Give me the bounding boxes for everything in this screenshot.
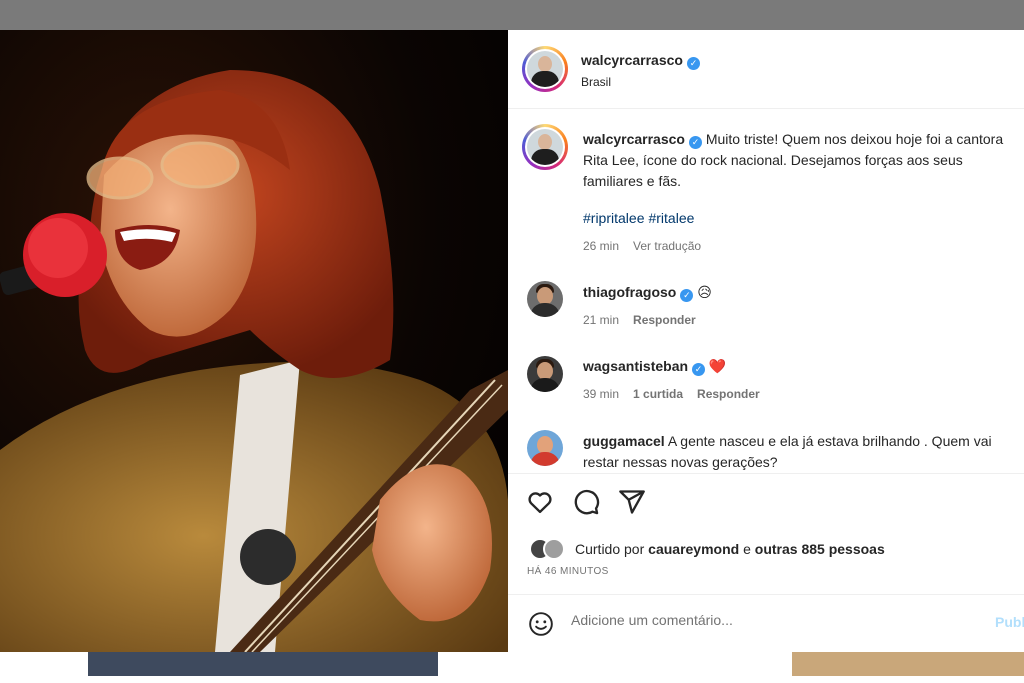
comment-meta: 39 min 1 curtida Responder [583, 387, 774, 401]
verified-badge-icon: ✓ [688, 136, 702, 149]
singer-photo-illustration [0, 70, 508, 652]
reply-button[interactable]: Responder [633, 313, 696, 327]
comment-username[interactable]: wagsantisteban [583, 358, 688, 374]
comment-likes[interactable]: 1 curtida [633, 387, 683, 401]
author-username[interactable]: walcyrcarrasco ✓ [581, 52, 700, 70]
comment-item: thiagofragoso ✓ 😥 [583, 282, 1019, 303]
verified-badge-icon: ✓ [692, 363, 706, 376]
post-photo [0, 30, 508, 652]
comment-username[interactable]: guggamacel [583, 433, 665, 449]
likes-summary: Curtido por cauareymond e outras 885 pes… [575, 541, 885, 557]
comment-username[interactable]: thiagofragoso [583, 284, 676, 300]
comment-bubble-icon[interactable] [572, 488, 600, 516]
likes-first-user[interactable]: cauareymond [648, 541, 739, 557]
comment-time[interactable]: 39 min [583, 387, 619, 401]
caption-hashtags: #ripritalee #ritalee [583, 210, 698, 226]
liker-avatar [543, 538, 565, 560]
post-details-panel [508, 30, 1024, 652]
browser-background-top [0, 0, 1024, 30]
comment-avatar[interactable] [527, 281, 563, 317]
comment-meta: 21 min Responder [583, 313, 710, 327]
likes-connector: e [743, 541, 751, 557]
caption-time[interactable]: 26 min [583, 239, 619, 253]
smiley-icon[interactable] [528, 611, 554, 637]
background-thumbnail [792, 652, 1024, 676]
reply-button[interactable]: Responder [697, 387, 760, 401]
caption-username[interactable]: walcyrcarrasco [583, 131, 685, 147]
post-caption: walcyrcarrasco ✓ Muito triste! Quem nos d… [583, 129, 1019, 192]
post-location[interactable]: Brasil [581, 75, 611, 89]
comments-divider [508, 473, 1024, 474]
comment-item: guggamacel A gente nasceu e ela já estav… [583, 431, 1019, 473]
liked-by-avatars[interactable] [529, 538, 569, 560]
header-divider [508, 108, 1024, 109]
comment-avatar[interactable] [527, 356, 563, 392]
hashtag-link[interactable]: #ritalee [648, 210, 694, 226]
author-avatar[interactable] [522, 46, 568, 92]
comment-item: wagsantisteban ✓ ❤️ [583, 356, 1019, 377]
comment-text: 😥 [697, 284, 712, 300]
caption-author-avatar[interactable] [522, 124, 568, 170]
verified-badge-icon: ✓ [686, 57, 700, 70]
author-username-text[interactable]: walcyrcarrasco [581, 52, 683, 68]
translate-link[interactable]: Ver tradução [633, 239, 701, 253]
comment-avatar[interactable] [527, 430, 563, 466]
comment-input[interactable] [571, 612, 971, 628]
hashtag-link[interactable]: #ripritalee [583, 210, 644, 226]
likes-others[interactable]: outras 885 pessoas [755, 541, 885, 557]
comment-text: ❤️ [708, 358, 727, 374]
paper-plane-icon[interactable] [618, 488, 646, 516]
publish-button[interactable]: Publ [995, 614, 1024, 630]
post-time-ago[interactable]: HÁ 46 MINUTOS [527, 566, 609, 577]
caption-meta: 26 min Ver tradução [583, 239, 715, 253]
heart-icon[interactable] [526, 488, 554, 516]
background-thumbnail [88, 652, 438, 676]
likes-prefix: Curtido por [575, 541, 645, 557]
verified-badge-icon: ✓ [680, 289, 694, 302]
comment-time[interactable]: 21 min [583, 313, 619, 327]
